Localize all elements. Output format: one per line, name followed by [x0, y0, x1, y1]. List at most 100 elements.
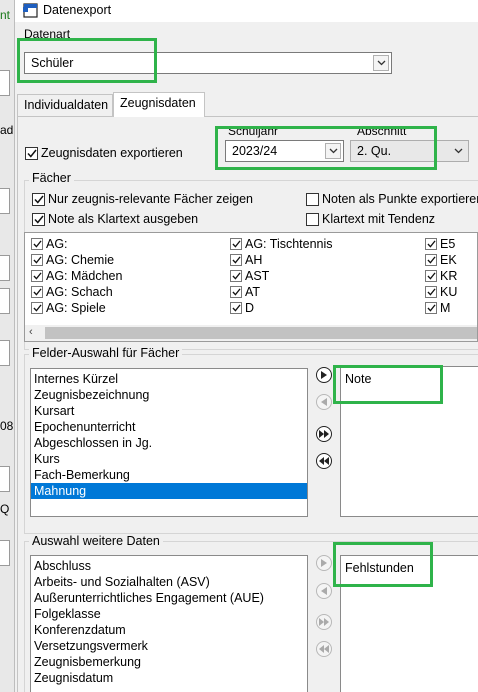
- faecher-legend: Fächer: [29, 171, 74, 185]
- title-bar[interactable]: Datenexport: [15, 0, 478, 22]
- double-arrow-left-icon: [319, 457, 329, 465]
- background-field: [0, 466, 10, 492]
- subject-item[interactable]: AH: [230, 253, 262, 267]
- subject-item[interactable]: AG: Chemie: [31, 253, 114, 267]
- checkbox-box[interactable]: [425, 286, 437, 298]
- list-item[interactable]: Zeugnisdatum: [31, 670, 307, 686]
- list-item[interactable]: Zeugnisbezeichnung: [31, 387, 307, 403]
- weitere-available-list[interactable]: Abschluss Arbeits- und Sozialhalten (ASV)…: [30, 555, 308, 692]
- background-field: [0, 288, 10, 314]
- check-icon: [426, 304, 436, 312]
- add-all-fields-button[interactable]: [316, 426, 332, 442]
- background-field: [0, 540, 10, 566]
- tab-zeugnisdaten[interactable]: Zeugnisdaten: [113, 92, 205, 116]
- list-item[interactable]: Fach-Bemerkung: [31, 467, 307, 483]
- highlight-box: [17, 38, 157, 83]
- checkbox-box[interactable]: [32, 212, 45, 226]
- felder-legend: Felder-Auswahl für Fächer: [29, 346, 183, 360]
- arrow-right-icon: [321, 559, 327, 567]
- remove-all-data-button[interactable]: [316, 641, 332, 657]
- list-item[interactable]: Internes Kürzel: [31, 371, 307, 387]
- felder-available-list[interactable]: Internes Kürzel Zeugnisbezeichnung Kursart…: [30, 368, 308, 517]
- zeugnisdaten-export-checkbox[interactable]: Zeugnisdaten exportieren: [25, 146, 183, 160]
- background-fragment: Q: [0, 502, 10, 516]
- chevron-down-icon[interactable]: [450, 143, 466, 159]
- tab-individualdaten[interactable]: Individualdaten: [17, 94, 113, 116]
- subject-label: AST: [245, 269, 270, 283]
- weitere-legend: Auswahl weitere Daten: [29, 534, 163, 548]
- arrow-left-icon: [321, 587, 327, 595]
- check-icon: [231, 288, 241, 296]
- scroll-left-icon[interactable]: ‹: [29, 326, 33, 338]
- list-item[interactable]: Versetzungsvermerk: [31, 638, 307, 654]
- subject-label: KR: [440, 269, 458, 283]
- checkbox-box[interactable]: [230, 238, 242, 250]
- checkbox-box[interactable]: [425, 270, 437, 282]
- subject-item[interactable]: AG: Spiele: [31, 301, 106, 315]
- checkbox-box[interactable]: [31, 238, 43, 250]
- subject-label: M: [440, 301, 451, 315]
- add-field-button[interactable]: [316, 367, 332, 383]
- checkbox-box[interactable]: [31, 286, 43, 298]
- subject-item[interactable]: AG: Mädchen: [31, 269, 122, 283]
- background-field: [0, 70, 10, 96]
- checkbox-box[interactable]: [32, 192, 45, 206]
- subject-item[interactable]: AG: Schach: [31, 285, 113, 299]
- check-icon: [426, 272, 436, 280]
- option-zeugnisrelevant[interactable]: Nur zeugnis-relevante Fächer zeigen: [32, 192, 253, 206]
- check-icon: [32, 288, 42, 296]
- background-field: [0, 255, 10, 281]
- list-item[interactable]: Arbeits- und Sozialhalten (ASV): [31, 574, 307, 590]
- option-label: Noten als Punkte exportieren: [322, 192, 478, 206]
- subject-item[interactable]: KR: [425, 269, 457, 283]
- add-all-data-button[interactable]: [316, 614, 332, 630]
- checkbox-box[interactable]: [31, 270, 43, 282]
- list-item[interactable]: Folgeklasse: [31, 606, 307, 622]
- list-item[interactable]: Abgeschlossen in Jg.: [31, 435, 307, 451]
- option-klartext-tendenz[interactable]: Klartext mit Tendenz: [306, 212, 435, 226]
- faecher-grid[interactable]: AG: AG: Chemie AG: Mädchen AG: Schach AG: Sp…: [24, 232, 478, 342]
- list-item[interactable]: Mahnung: [31, 483, 307, 499]
- checkbox-box[interactable]: [230, 270, 242, 282]
- remove-all-fields-button[interactable]: [316, 453, 332, 469]
- chevron-down-icon[interactable]: [373, 55, 389, 71]
- subject-item[interactable]: AST: [230, 269, 269, 283]
- subject-item[interactable]: AG: Tischtennis: [230, 237, 333, 251]
- highlight-box: [333, 365, 443, 404]
- checkbox-box[interactable]: [425, 254, 437, 266]
- checkbox-box[interactable]: [31, 302, 43, 314]
- list-item[interactable]: Kurs: [31, 451, 307, 467]
- subject-label: AH: [245, 253, 263, 267]
- subject-item[interactable]: AG:: [31, 237, 68, 251]
- subject-item[interactable]: KU: [425, 285, 457, 299]
- list-item[interactable]: Epochenunterricht: [31, 419, 307, 435]
- checkbox-box[interactable]: [25, 146, 38, 160]
- checkbox-box[interactable]: [306, 192, 319, 206]
- checkbox-box[interactable]: [31, 254, 43, 266]
- checkbox-box[interactable]: [230, 286, 242, 298]
- subject-item[interactable]: D: [230, 301, 254, 315]
- horizontal-scrollbar[interactable]: ‹: [25, 325, 477, 341]
- checkbox-box[interactable]: [306, 212, 319, 226]
- remove-data-button[interactable]: [316, 583, 332, 599]
- list-item[interactable]: Zeugnisbemerkung: [31, 654, 307, 670]
- checkbox-box[interactable]: [425, 302, 437, 314]
- scrollbar-thumb[interactable]: [45, 327, 477, 339]
- remove-field-button[interactable]: [316, 394, 332, 410]
- subject-item[interactable]: EK: [425, 253, 457, 267]
- subject-item[interactable]: E5: [425, 237, 455, 251]
- list-item[interactable]: Abschluss: [31, 558, 307, 574]
- list-item[interactable]: Konferenzdatum: [31, 622, 307, 638]
- checkbox-box[interactable]: [230, 254, 242, 266]
- option-noten-punkte[interactable]: Noten als Punkte exportieren: [306, 192, 478, 206]
- subject-item[interactable]: AT: [230, 285, 260, 299]
- zeugnisdaten-export-label: Zeugnisdaten exportieren: [41, 146, 183, 160]
- checkbox-box[interactable]: [425, 238, 437, 250]
- add-data-button[interactable]: [316, 555, 332, 571]
- checkbox-box[interactable]: [230, 302, 242, 314]
- subject-item[interactable]: M: [425, 301, 450, 315]
- check-icon: [33, 195, 44, 204]
- list-item[interactable]: Außerunterrichtliches Engagement (AUE): [31, 590, 307, 606]
- option-note-klartext[interactable]: Note als Klartext ausgeben: [32, 212, 198, 226]
- list-item[interactable]: Kursart: [31, 403, 307, 419]
